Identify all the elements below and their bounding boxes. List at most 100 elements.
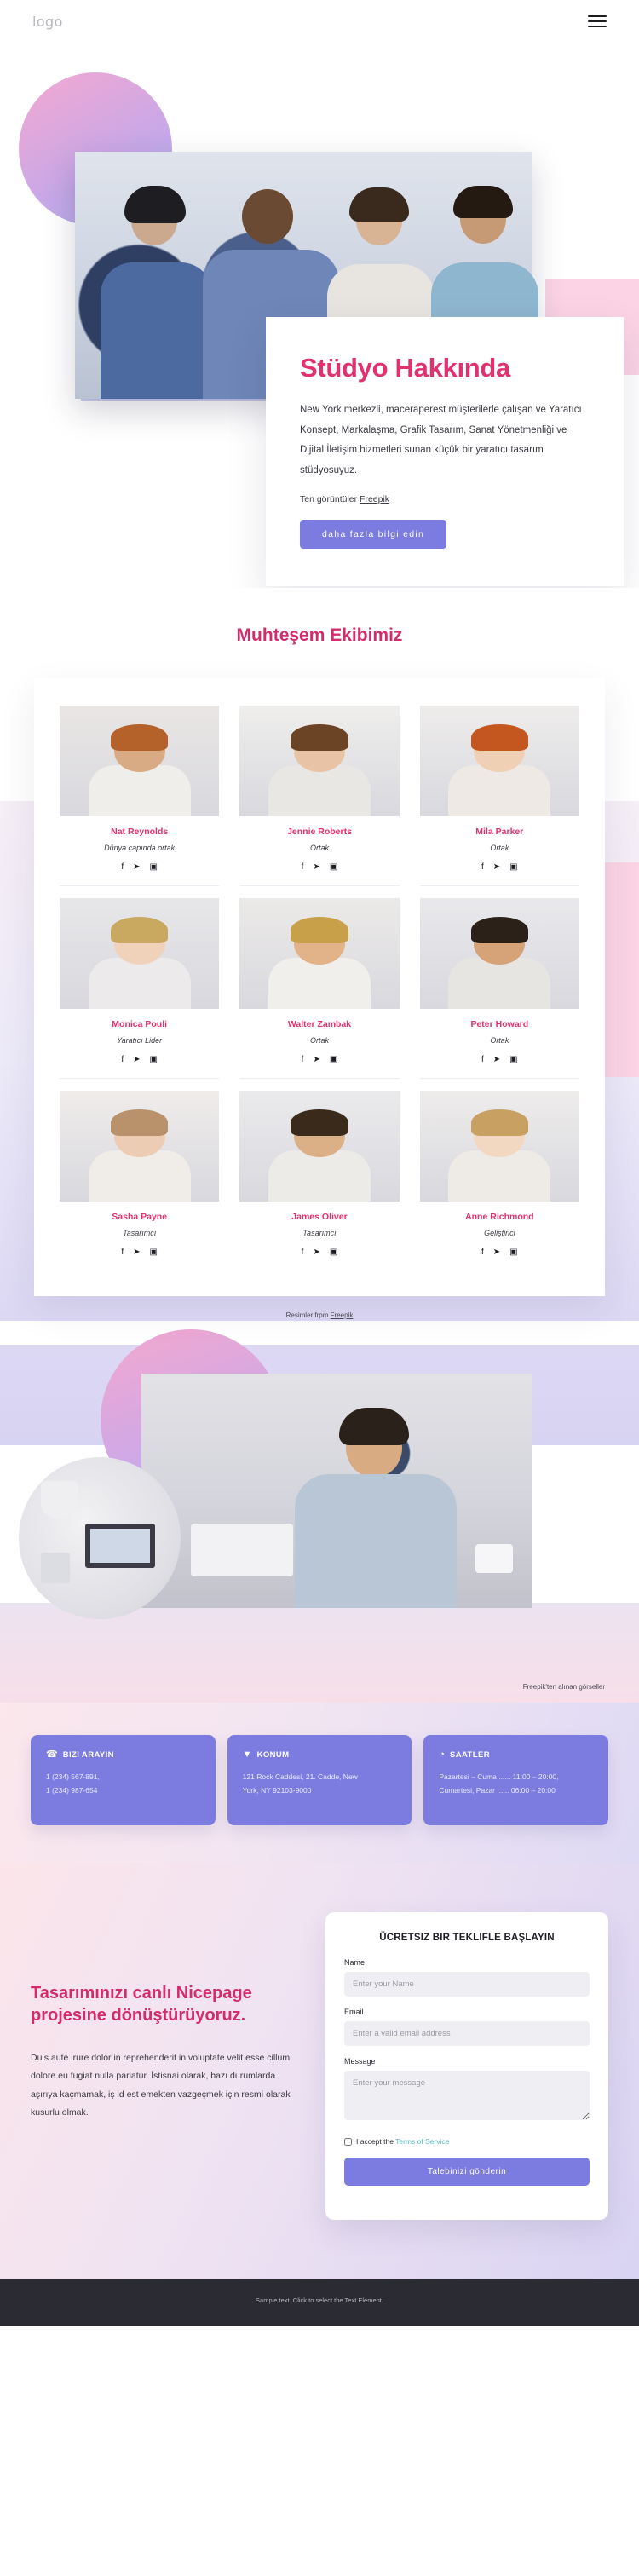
- member-body-shape: [448, 1150, 551, 1202]
- instagram-icon[interactable]: ▣: [509, 1056, 517, 1064]
- member-role: Ortak: [490, 844, 509, 852]
- instagram-icon[interactable]: ▣: [330, 1056, 337, 1064]
- facebook-icon[interactable]: f: [302, 1056, 304, 1064]
- team-member-card: Sasha Payne Tasarımcı f ➤ ▣: [49, 1082, 229, 1274]
- twitter-icon[interactable]: ➤: [313, 1056, 320, 1064]
- team-member-card: Walter Zambak Ortak f ➤ ▣: [229, 890, 409, 1082]
- team-heading: Muhteşem Ekibimiz: [236, 625, 403, 645]
- member-social-links: f ➤ ▣: [419, 1056, 579, 1079]
- member-hair-shape: [110, 917, 169, 944]
- info-card-line: 1 (234) 987-654: [46, 1785, 98, 1795]
- hero-credit-text: Ten görüntüler: [300, 494, 360, 505]
- name-input[interactable]: [344, 1972, 590, 1997]
- twitter-icon[interactable]: ➤: [133, 1056, 140, 1064]
- showcase-section: Freepik'ten alınan görseller: [0, 1329, 639, 1703]
- info-card-title: SAATLER: [450, 1750, 490, 1760]
- member-social-links: f ➤ ▣: [239, 863, 400, 886]
- contact-text-column: Tasarımınızı canlı Nicepage projesine dö…: [31, 1912, 303, 2123]
- phone-icon: ☎: [46, 1749, 58, 1760]
- info-card-header: ☎ BIZI ARAYIN: [46, 1749, 200, 1761]
- site-footer: Sample text. Click to select the Text El…: [0, 2279, 639, 2326]
- email-input[interactable]: [344, 2021, 590, 2046]
- contact-title: Tasarımınızı canlı Nicepage projesine dö…: [31, 1984, 252, 2026]
- page-root: logo Stüdyo Hakkında New York merkezli, …: [0, 0, 639, 2326]
- member-body-shape: [448, 765, 551, 816]
- info-card-line: Cumartesi, Pazar ...... 06:00 – 20:00: [439, 1785, 556, 1795]
- map-pin-icon: ▼: [242, 1749, 252, 1760]
- info-card-line: Pazartesi – Cuma ...... 11:00 – 20:00,: [439, 1772, 559, 1781]
- info-card-title: BIZI ARAYIN: [62, 1750, 114, 1760]
- member-role: Dünya çapında ortak: [104, 844, 176, 852]
- instagram-icon[interactable]: ▣: [330, 863, 337, 872]
- team-credit-link[interactable]: Freepik: [331, 1311, 354, 1319]
- member-hair-shape: [291, 917, 348, 944]
- member-photo: [239, 898, 400, 1009]
- instagram-icon[interactable]: ▣: [150, 863, 158, 872]
- twitter-icon[interactable]: ➤: [313, 1248, 320, 1257]
- twitter-icon[interactable]: ➤: [493, 1248, 500, 1257]
- facebook-icon[interactable]: f: [302, 1248, 304, 1257]
- member-body-shape: [268, 1150, 371, 1202]
- instagram-icon[interactable]: ▣: [509, 1248, 517, 1257]
- quote-form-card: ÜCRETSIZ BIR TEKLIFLE BAŞLAYIN Name Emai…: [325, 1912, 608, 2220]
- member-social-links: f ➤ ▣: [60, 863, 220, 886]
- member-hair-shape: [110, 1109, 169, 1137]
- info-card: ☎ BIZI ARAYIN 1 (234) 567-891, 1 (234) 987-…: [31, 1735, 216, 1825]
- message-textarea[interactable]: [344, 2071, 590, 2120]
- facebook-icon[interactable]: f: [121, 1248, 124, 1257]
- member-photo: [419, 706, 579, 816]
- hero-image-credit: Ten görüntüler Freepik: [300, 494, 586, 504]
- member-name: Sasha Payne: [112, 1212, 168, 1222]
- member-body-shape: [448, 958, 551, 1009]
- member-hair-shape: [470, 917, 529, 944]
- info-card-header: ◔ SAATLER: [439, 1749, 593, 1761]
- member-name: Mila Parker: [475, 827, 524, 837]
- twitter-icon[interactable]: ➤: [313, 863, 320, 872]
- instagram-icon[interactable]: ▣: [150, 1248, 158, 1257]
- info-card: ▼ KONUM 121 Rock Caddesi, 21. Cadde, New Yo…: [227, 1735, 412, 1825]
- site-logo[interactable]: logo: [32, 14, 63, 30]
- contact-description: Duis aute irure dolor in reprehenderit i…: [31, 2052, 291, 2118]
- member-photo: [239, 1091, 400, 1202]
- submit-request-button[interactable]: Talebinizi gönderin: [344, 2158, 590, 2186]
- burger-line: [588, 20, 607, 22]
- facebook-icon[interactable]: f: [121, 1056, 124, 1064]
- clock-icon: ◔: [439, 1749, 445, 1760]
- member-social-links: f ➤ ▣: [60, 1056, 220, 1079]
- member-role: Ortak: [309, 1036, 329, 1045]
- instagram-icon[interactable]: ▣: [509, 863, 517, 872]
- twitter-icon[interactable]: ➤: [493, 863, 500, 872]
- instagram-icon[interactable]: ▣: [330, 1248, 337, 1257]
- member-name: Jennie Roberts: [287, 827, 352, 837]
- terms-of-service-link[interactable]: Terms of Service: [395, 2137, 449, 2146]
- member-body-shape: [88, 958, 191, 1009]
- terms-consent-label: I accept the Terms of Service: [356, 2137, 449, 2146]
- member-photo: [60, 1091, 220, 1202]
- hero-cta-button[interactable]: daha fazla bilgi edin: [300, 520, 447, 550]
- facebook-icon[interactable]: f: [481, 1248, 484, 1257]
- terms-consent-text: I accept the: [356, 2137, 396, 2146]
- facebook-icon[interactable]: f: [481, 1056, 484, 1064]
- member-name: Walter Zambak: [287, 1019, 352, 1029]
- member-body-shape: [88, 765, 191, 816]
- site-header: logo: [0, 0, 639, 43]
- info-cards-band: ☎ BIZI ARAYIN 1 (234) 567-891, 1 (234) 987-…: [0, 1703, 639, 1863]
- twitter-icon[interactable]: ➤: [133, 863, 140, 872]
- team-member-card: Mila Parker Ortak f ➤ ▣: [410, 697, 590, 890]
- terms-consent-row: I accept the Terms of Service: [344, 2137, 590, 2146]
- hero-credit-link[interactable]: Freepik: [360, 494, 389, 504]
- team-member-card: James Oliver Tasarımcı f ➤ ▣: [229, 1082, 409, 1274]
- facebook-icon[interactable]: f: [481, 863, 484, 872]
- twitter-icon[interactable]: ➤: [493, 1056, 500, 1064]
- member-social-links: f ➤ ▣: [239, 1056, 400, 1079]
- twitter-icon[interactable]: ➤: [133, 1248, 140, 1257]
- info-card-header: ▼ KONUM: [242, 1749, 397, 1761]
- member-social-links: f ➤ ▣: [60, 1248, 219, 1271]
- terms-checkbox[interactable]: [344, 2137, 352, 2146]
- facebook-icon[interactable]: f: [121, 863, 124, 872]
- facebook-icon[interactable]: f: [302, 863, 304, 872]
- member-name: Anne Richmond: [465, 1212, 534, 1222]
- instagram-icon[interactable]: ▣: [150, 1056, 158, 1064]
- hamburger-menu-icon[interactable]: [588, 15, 607, 27]
- member-role: Tasarımcı: [302, 1229, 337, 1237]
